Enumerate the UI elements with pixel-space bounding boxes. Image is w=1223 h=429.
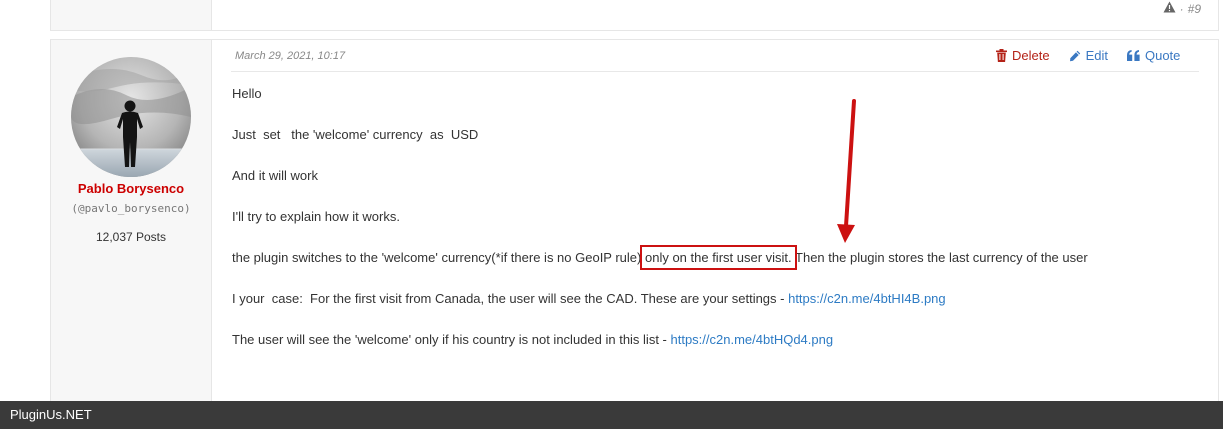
country-list-text: The user will see the 'welcome' only if … <box>232 332 671 347</box>
previous-post-meta: · #9 <box>1163 1 1201 16</box>
forum-post: Pablo Borysenco (@pavlo_borysenco) 12,03… <box>50 39 1219 411</box>
post-actions: Delete Edit Quote <box>996 48 1180 63</box>
paragraph-intro: I'll try to explain how it works. <box>232 209 400 224</box>
paragraph-result: And it will work <box>232 168 318 183</box>
header-divider <box>231 71 1199 72</box>
previous-post-sidebar <box>51 0 212 30</box>
paragraph-country-list: The user will see the 'welcome' only if … <box>232 330 1202 349</box>
delete-label: Delete <box>1012 48 1050 63</box>
paragraph-case: I your case: For the first visit from Ca… <box>232 289 1202 308</box>
footer-brand[interactable]: PluginUs.NET <box>10 407 92 422</box>
post-date: March 29, 2021, 10:17 <box>235 50 346 62</box>
trash-icon <box>996 49 1007 62</box>
edit-button[interactable]: Edit <box>1069 48 1108 63</box>
avatar[interactable] <box>71 57 191 177</box>
case-text: I your case: For the first visit from Ca… <box>232 291 789 306</box>
country-list-link[interactable]: https://c2n.me/4btHQd4.png <box>670 332 833 347</box>
footer-bar: PluginUs.NET <box>0 401 1223 429</box>
quote-button[interactable]: Quote <box>1126 48 1181 63</box>
explanation-text-end: Then the plugin stores the last currency… <box>791 250 1088 265</box>
explanation-text-start: the plugin switches to the 'welcome' cur… <box>232 250 645 265</box>
pencil-icon <box>1069 50 1081 62</box>
highlighted-text: only on the first user visit. <box>639 245 797 270</box>
previous-post: · #9 <box>50 0 1219 31</box>
edit-label: Edit <box>1085 48 1108 63</box>
quote-label: Quote <box>1144 48 1181 63</box>
author-name[interactable]: Pablo Borysenco <box>51 181 211 196</box>
author-post-count: 12,037 Posts <box>95 230 167 244</box>
quote-icon <box>1126 50 1140 61</box>
post-number[interactable]: #9 <box>1188 2 1201 16</box>
post-content: Hello Just set the 'welcome' currency as… <box>232 84 1202 371</box>
separator-dot: · <box>1179 1 1184 16</box>
paragraph-explanation: the plugin switches to the 'welcome' cur… <box>232 245 1202 270</box>
delete-button[interactable]: Delete <box>996 48 1050 63</box>
author-sidebar: Pablo Borysenco (@pavlo_borysenco) 12,03… <box>51 40 212 410</box>
paragraph-setting: Just set the 'welcome' currency as USD <box>232 127 479 142</box>
warning-icon[interactable] <box>1163 1 1176 16</box>
paragraph-greeting: Hello <box>232 86 262 101</box>
avatar-image <box>71 57 191 177</box>
settings-link[interactable]: https://c2n.me/4btHI4B.png <box>788 291 946 306</box>
author-handle: (@pavlo_borysenco) <box>71 202 191 215</box>
